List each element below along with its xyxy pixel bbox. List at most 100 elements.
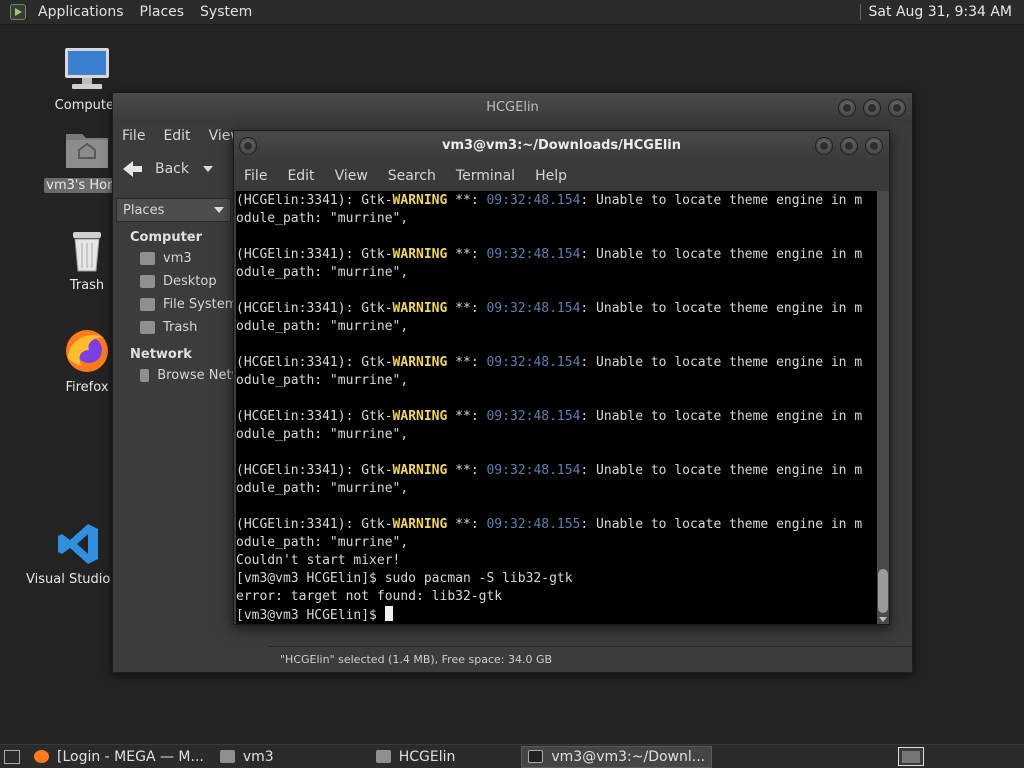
back-arrow-icon[interactable] xyxy=(123,161,143,177)
terminal-titlebar[interactable]: vm3@vm3:~/Downloads/HCGElin xyxy=(234,131,889,161)
top-panel: Applications Places System Sat Aug 31, 9… xyxy=(0,0,1024,25)
terminal-prompt-line: [vm3@vm3 HCGElin]$ xyxy=(236,606,877,624)
warning-message: : Unable to locate theme engine in m xyxy=(580,193,863,208)
warning-stars: **: xyxy=(447,463,487,478)
terminal-continuation-line: odule_path: "murrine", xyxy=(236,265,409,280)
workspace-switcher[interactable] xyxy=(898,747,924,766)
terminal-continuation-line: odule_path: "murrine", xyxy=(236,319,409,334)
menu-search[interactable]: Search xyxy=(378,168,446,184)
terminal-warning-line: (HCGElin:3341): Gtk-WARNING **: 09:32:48… xyxy=(236,408,877,426)
show-desktop-icon[interactable] xyxy=(4,749,20,764)
firefox-icon xyxy=(66,330,108,372)
warning-prefix: (HCGElin:3341): Gtk- xyxy=(236,247,393,262)
home-folder-icon xyxy=(219,750,235,763)
warning-stars: **: xyxy=(447,409,487,424)
terminal-warning-line: (HCGElin:3341): Gtk-WARNING **: 09:32:48… xyxy=(236,354,877,372)
bottom-panel: [Login - MEGA — M... vm3 HCGElin vm3@vm3… xyxy=(0,744,1024,768)
menu-help[interactable]: Help xyxy=(525,168,577,184)
warning-timestamp: 09:32:48.154 xyxy=(486,355,581,370)
terminal-line: error: target not found: lib32-gtk xyxy=(236,589,503,604)
terminal-output[interactable]: (HCGElin:3341): Gtk-WARNING **: 09:32:48… xyxy=(236,191,877,624)
warning-stars: **: xyxy=(447,247,487,262)
file-manager-title: HCGElin xyxy=(486,100,539,115)
back-button[interactable]: Back xyxy=(155,161,189,177)
terminal-cursor xyxy=(384,606,393,621)
file-manager-statusbar: "HCGElin" selected (1.4 MB), Free space:… xyxy=(268,646,912,672)
warning-message: : Unable to locate theme engine in m xyxy=(580,517,863,532)
places-selector[interactable]: Places xyxy=(116,198,231,222)
terminal-warning-line: (HCGElin:3341): Gtk-WARNING **: 09:32:48… xyxy=(236,516,877,534)
warning-timestamp: 09:32:48.154 xyxy=(486,463,581,478)
taskbar-item-firefox[interactable]: [Login - MEGA — M... xyxy=(28,746,210,768)
terminal-warning-line: (HCGElin:3341): Gtk-WARNING **: 09:32:48… xyxy=(236,246,877,264)
back-dropdown-icon[interactable] xyxy=(203,166,213,172)
terminal-line: Couldn't start mixer! xyxy=(236,553,401,568)
window-menu-button[interactable] xyxy=(239,137,257,155)
menu-edit[interactable]: Edit xyxy=(154,128,199,144)
terminal-continuation-line: odule_path: "murrine", xyxy=(236,427,409,442)
applications-menu-icon[interactable] xyxy=(10,4,26,20)
warning-message: : Unable to locate theme engine in m xyxy=(580,409,863,424)
home-folder-icon xyxy=(66,134,108,168)
close-button[interactable] xyxy=(865,137,883,155)
warning-level: WARNING xyxy=(392,517,448,532)
maximize-button[interactable] xyxy=(840,137,858,155)
warning-level: WARNING xyxy=(392,355,448,370)
terminal-prompt: [vm3@vm3 HCGElin]$ xyxy=(236,608,385,623)
terminal-continuation-line: odule_path: "murrine", xyxy=(236,535,409,550)
terminal-continuation-line: odule_path: "murrine", xyxy=(236,481,409,496)
menu-terminal[interactable]: Terminal xyxy=(446,168,525,184)
warning-timestamp: 09:32:48.154 xyxy=(486,193,581,208)
terminal-menubar: File Edit View Search Terminal Help xyxy=(234,161,889,191)
terminal-warning-line: (HCGElin:3341): Gtk-WARNING **: 09:32:48… xyxy=(236,462,877,480)
warning-stars: **: xyxy=(447,355,487,370)
places-menu[interactable]: Places xyxy=(132,4,193,20)
clock[interactable]: Sat Aug 31, 9:34 AM xyxy=(869,4,1012,20)
warning-prefix: (HCGElin:3341): Gtk- xyxy=(236,517,393,532)
taskbar-item-hcgelin[interactable]: HCGElin xyxy=(370,746,462,768)
terminal-scrollbar[interactable] xyxy=(877,191,889,624)
warning-stars: **: xyxy=(447,193,487,208)
minimize-button[interactable] xyxy=(838,99,856,117)
menu-edit[interactable]: Edit xyxy=(277,168,324,184)
menu-file[interactable]: File xyxy=(234,168,277,184)
warning-prefix: (HCGElin:3341): Gtk- xyxy=(236,355,393,370)
trash-icon xyxy=(73,232,101,272)
panel-separator xyxy=(859,4,861,20)
warning-message: : Unable to locate theme engine in m xyxy=(580,301,863,316)
terminal-continuation-line: odule_path: "murrine", xyxy=(236,211,409,226)
warning-timestamp: 09:32:48.155 xyxy=(486,517,581,532)
system-menu[interactable]: System xyxy=(192,4,260,20)
warning-level: WARNING xyxy=(392,301,448,316)
file-manager-titlebar[interactable]: HCGElin xyxy=(113,93,912,123)
taskbar-item-terminal[interactable]: vm3@vm3:~/Downl... xyxy=(521,745,713,768)
taskbar-item-vm3[interactable]: vm3 xyxy=(214,746,280,768)
terminal-title: vm3@vm3:~/Downloads/HCGElin xyxy=(441,138,682,153)
applications-menu[interactable]: Applications xyxy=(30,4,132,20)
warning-prefix: (HCGElin:3341): Gtk- xyxy=(236,301,393,316)
scroll-down-icon[interactable] xyxy=(879,617,887,622)
terminal-continuation-line: odule_path: "murrine", xyxy=(236,373,409,388)
chevron-down-icon xyxy=(214,207,224,213)
warning-prefix: (HCGElin:3341): Gtk- xyxy=(236,409,393,424)
warning-message: : Unable to locate theme engine in m xyxy=(580,355,863,370)
warning-level: WARNING xyxy=(392,409,448,424)
close-button[interactable] xyxy=(888,99,906,117)
home-folder-icon xyxy=(140,252,155,265)
maximize-button[interactable] xyxy=(863,99,881,117)
menu-view[interactable]: View xyxy=(325,168,378,184)
vscode-icon xyxy=(58,524,98,564)
minimize-button[interactable] xyxy=(815,137,833,155)
warning-level: WARNING xyxy=(392,247,448,262)
folder-icon xyxy=(375,750,391,763)
menu-file[interactable]: File xyxy=(113,128,154,144)
scrollbar-thumb[interactable] xyxy=(878,569,888,613)
terminal-window[interactable]: vm3@vm3:~/Downloads/HCGElin File Edit Vi… xyxy=(233,130,890,625)
warning-timestamp: 09:32:48.154 xyxy=(486,409,581,424)
terminal-warning-line: (HCGElin:3341): Gtk-WARNING **: 09:32:48… xyxy=(236,300,877,318)
warning-timestamp: 09:32:48.154 xyxy=(486,301,581,316)
